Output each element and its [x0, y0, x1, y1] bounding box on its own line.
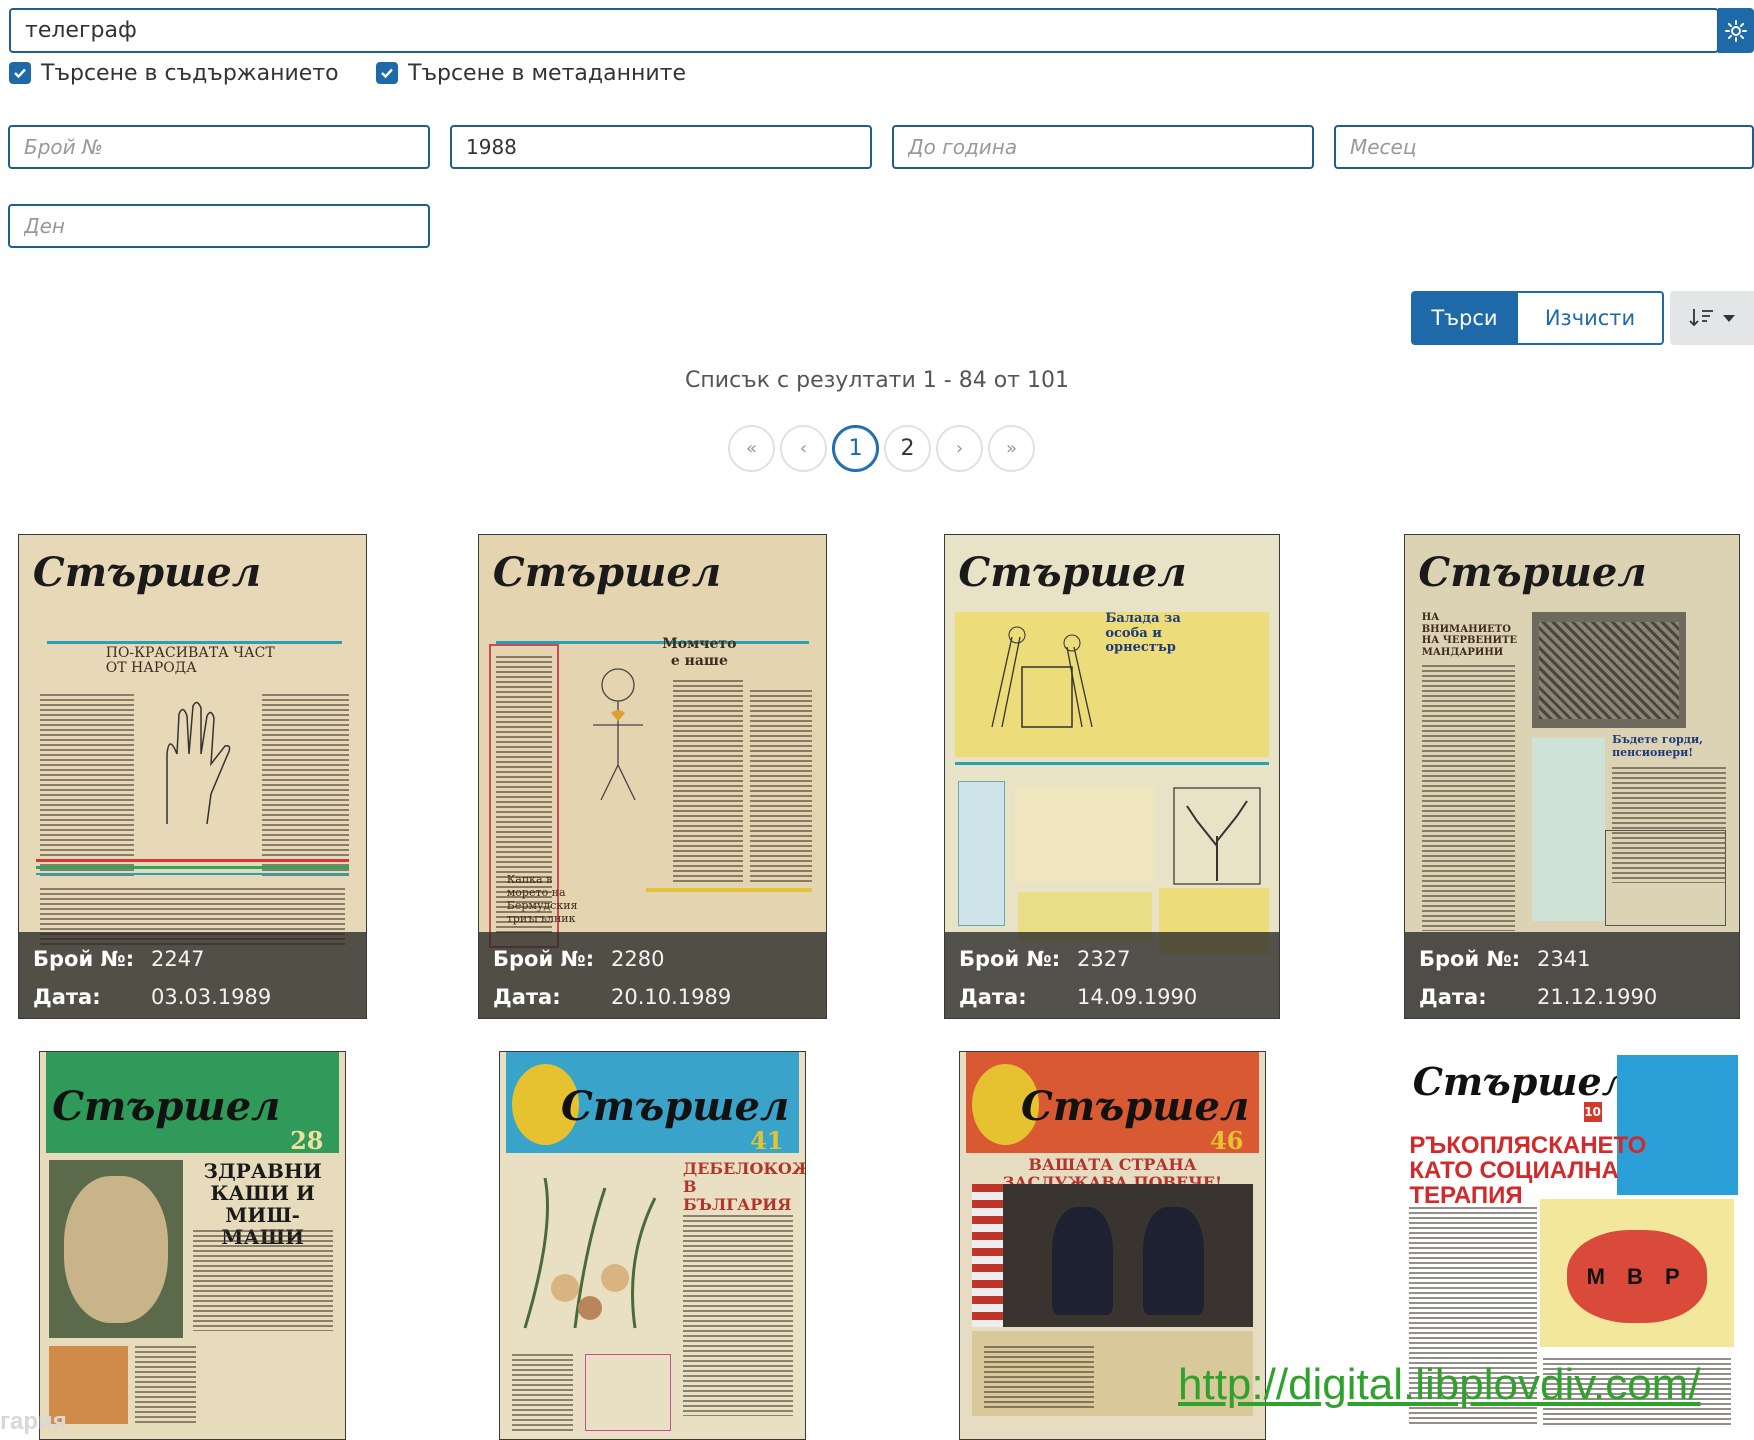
cover-headline: Момчето е наше: [662, 636, 737, 669]
issue-number-label: Брой №:: [1419, 947, 1521, 971]
to-year-input[interactable]: [892, 125, 1314, 169]
cover-headline: НА ВНИМАНИЕТО НА ЧЕРВЕНИТЕ МАНДАРИНИ: [1421, 612, 1518, 658]
month-input[interactable]: [1334, 125, 1754, 169]
issue-mark: 41: [750, 1125, 784, 1155]
page-prev-button[interactable]: ‹: [780, 425, 827, 472]
masthead: Стършел: [1412, 1058, 1630, 1104]
card-caption: Брой №: 2247 Дата: 03.03.1989: [19, 932, 366, 1018]
date-label: Дата:: [33, 985, 101, 1009]
page-last-button[interactable]: »: [988, 425, 1035, 472]
search-metadata-option[interactable]: Търсене в метаданните: [376, 58, 686, 88]
issue-number-input[interactable]: [8, 125, 430, 169]
jungle-drawing: [523, 1177, 657, 1329]
search-metadata-checkbox[interactable]: [376, 62, 398, 84]
date-label: Дата:: [493, 985, 561, 1009]
masthead: Стършел: [561, 1082, 790, 1130]
cover-headline: ДЕБЕЛОКОЖИТЕ В БЪЛГАРИЯ: [683, 1159, 805, 1214]
results-summary: Списък с резултати 1 - 84 от 101: [685, 368, 1069, 393]
footer-fragment: гария: [0, 1408, 67, 1435]
cover-image: Стършел 28 ЗДРАВНИ КАШИ И МИШ-МАШИ: [40, 1052, 345, 1439]
issue-number-value: 2341: [1537, 947, 1591, 971]
cover-headline: ПО-КРАСИВАТА ЧАСТ ОТ НАРОДА: [105, 645, 275, 677]
page-1-button[interactable]: 1: [832, 425, 879, 472]
result-card[interactable]: Стършел Балада за особа и орнестър Брой …: [944, 534, 1280, 1019]
card-caption: Брой №: 2341 Дата: 21.12.1990: [1405, 932, 1739, 1018]
date-label: Дата:: [959, 985, 1027, 1009]
search-content-label: Търсене в съдържанието: [41, 60, 339, 86]
figure-drawing: [592, 668, 643, 801]
chevron-down-icon: [1723, 314, 1735, 322]
source-watermark: http://digital.libplovdiv.com/: [1178, 1360, 1701, 1409]
issue-number-label: Брой №:: [493, 947, 595, 971]
result-card[interactable]: Стършел 28 ЗДРАВНИ КАШИ И МИШ-МАШИ: [39, 1051, 346, 1440]
issue-number-value: 2327: [1077, 947, 1131, 971]
result-card[interactable]: Стършел НА ВНИМАНИЕТО НА ЧЕРВЕНИТЕ МАНДА…: [1404, 534, 1740, 1019]
check-icon: [14, 68, 26, 79]
issue-mark: 46: [1210, 1125, 1244, 1155]
issue-number-value: 2280: [611, 947, 665, 971]
pagination: « ‹ 1 2 › »: [728, 425, 1035, 472]
tree-drawing: [1173, 787, 1261, 885]
masthead: Стършел: [1418, 549, 1647, 597]
masthead: Стършел: [52, 1082, 281, 1130]
date-label: Дата:: [1419, 985, 1487, 1009]
issue-mark: 28: [290, 1125, 324, 1155]
masthead: Стършел: [958, 549, 1187, 597]
cartoon-balloon: М В Р: [1566, 1229, 1708, 1324]
date-value: 21.12.1990: [1537, 985, 1658, 1009]
card-caption: Брой №: 2327 Дата: 14.09.1990: [945, 932, 1279, 1018]
result-card[interactable]: Стършел ПО-КРАСИВАТА ЧАСТ ОТ НАРОДА Брой…: [18, 534, 367, 1019]
search-content-checkbox[interactable]: [9, 62, 31, 84]
search-input[interactable]: [9, 8, 1719, 53]
search-content-option[interactable]: Търсене в съдържанието: [9, 58, 339, 88]
issue-number-label: Брой №:: [959, 947, 1061, 971]
cover-image: Стършел 41 ДЕБЕЛОКОЖИТЕ В БЪЛГАРИЯ: [500, 1052, 805, 1439]
masthead: Стършел: [1021, 1082, 1250, 1130]
result-card[interactable]: Стършел Момчето е наше Капка в морето на…: [478, 534, 827, 1019]
page-first-button[interactable]: «: [728, 425, 775, 472]
clear-button[interactable]: Изчисти: [1518, 291, 1664, 345]
gear-icon: [1725, 19, 1747, 42]
date-value: 14.09.1990: [1077, 985, 1198, 1009]
issue-number-value: 2247: [151, 947, 205, 971]
search-metadata-label: Търсене в метаданните: [408, 60, 686, 86]
masthead: Стършел: [492, 549, 722, 597]
sort-dropdown-button[interactable]: [1670, 291, 1754, 345]
result-card[interactable]: Стършел 41 ДЕБЕЛОКОЖИТЕ В БЪЛГАРИЯ: [499, 1051, 806, 1440]
sort-icon: [1689, 309, 1713, 327]
hand-drawing: [166, 702, 231, 825]
page-next-button[interactable]: ›: [936, 425, 983, 472]
card-caption: Брой №: 2280 Дата: 20.10.1989: [479, 932, 826, 1018]
check-icon: [381, 68, 393, 79]
year-input[interactable]: [450, 125, 872, 169]
podium-drawing: [991, 626, 1093, 728]
search-button[interactable]: Търси: [1411, 291, 1518, 345]
issue-mark: 10: [1583, 1101, 1602, 1122]
cover-headline: РЪКОПЛЯСКАНЕТО КАТО СОЦИАЛНА ТЕРАПИЯ: [1409, 1131, 1647, 1210]
search-actions: Търси Изчисти: [1411, 291, 1664, 345]
page-2-button[interactable]: 2: [884, 425, 931, 472]
date-value: 03.03.1989: [151, 985, 272, 1009]
day-input[interactable]: [8, 204, 430, 248]
masthead: Стършел: [32, 549, 262, 597]
date-value: 20.10.1989: [611, 985, 732, 1009]
issue-number-label: Брой №:: [33, 947, 135, 971]
settings-button[interactable]: [1718, 8, 1754, 53]
